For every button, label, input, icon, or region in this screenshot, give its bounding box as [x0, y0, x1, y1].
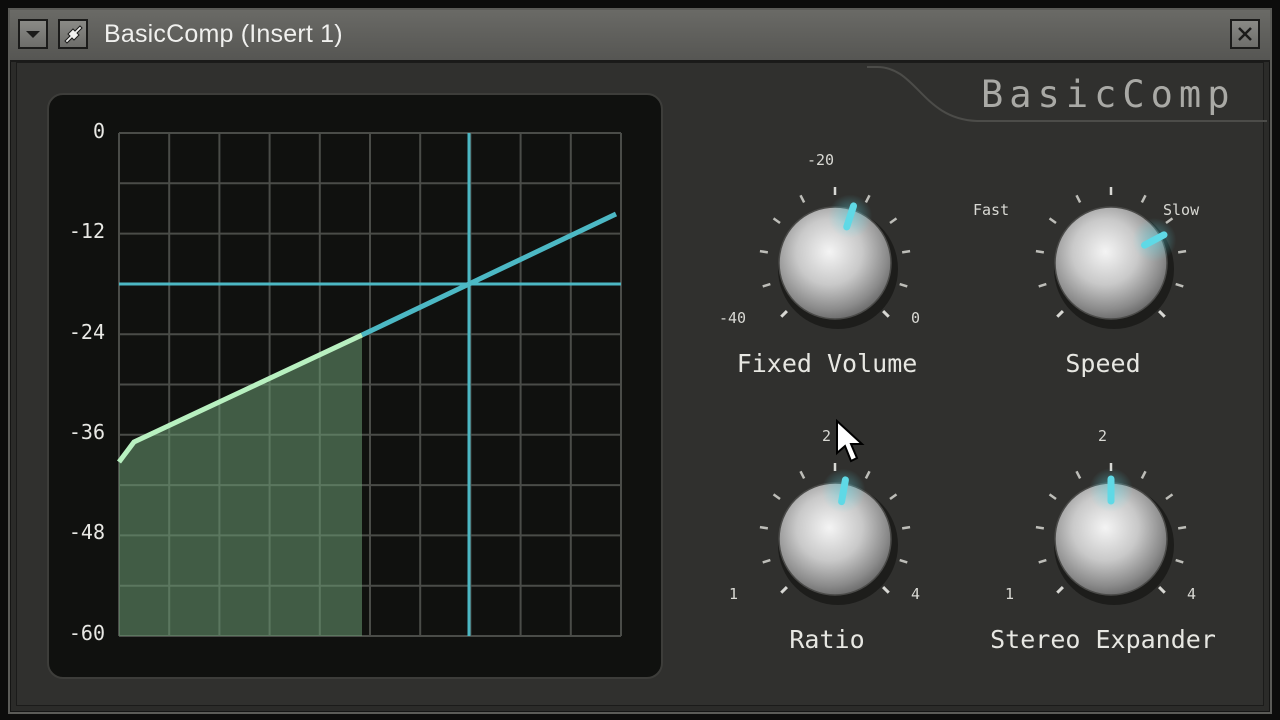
knob-max-label: 0	[911, 309, 921, 327]
ratio-label: Ratio	[789, 625, 865, 654]
knob-tick	[1158, 310, 1166, 318]
y-tick-label: -12	[68, 219, 105, 243]
knob-tick	[889, 493, 898, 501]
knob-top-label: 2	[1098, 427, 1108, 445]
knob-tick	[1048, 217, 1057, 225]
knob-tick	[1035, 249, 1045, 254]
knob-tick	[899, 558, 908, 564]
knob-tick	[1177, 249, 1187, 254]
knob-dial[interactable]	[697, 419, 937, 659]
knob-tick	[899, 282, 908, 288]
speed-knob[interactable]: Fast Slow	[973, 143, 1213, 383]
knob-tick	[1056, 310, 1064, 318]
knob-tick	[772, 493, 781, 501]
knob-max-label: Slow	[1163, 201, 1200, 219]
knob-tick	[882, 586, 890, 594]
fixed-volume-knob[interactable]: -20 -40 0	[697, 143, 937, 383]
knob-tick	[1140, 194, 1147, 203]
brand-logo: BasicComp	[981, 73, 1236, 116]
knob-tick	[1038, 558, 1047, 564]
knob-indicator	[838, 476, 849, 506]
knob-dial[interactable]	[973, 143, 1213, 383]
knob-tick	[762, 282, 771, 288]
knob-max-label: 4	[911, 585, 921, 603]
title-bar[interactable]: BasicComp (Insert 1)	[10, 10, 1270, 62]
knob-tick	[1177, 525, 1187, 530]
knob-top-label: 2	[822, 427, 832, 445]
knob-tick	[1175, 282, 1184, 288]
knob-tick	[1075, 470, 1082, 479]
stereo-expander-knob[interactable]: 2 1 4	[973, 419, 1213, 659]
knob-tick	[780, 310, 788, 318]
knob-tick	[772, 217, 781, 225]
mouse-cursor-icon	[836, 419, 865, 463]
knob-tick	[864, 194, 871, 203]
knob-tick	[1158, 586, 1166, 594]
knob-tick	[759, 525, 769, 530]
knob-max-label: 4	[1187, 585, 1197, 603]
knob-tick	[1165, 493, 1174, 501]
knob-tick	[780, 586, 788, 594]
knob-tick	[1175, 558, 1184, 564]
knob-tick	[889, 217, 898, 225]
fixed-volume-label: Fixed Volume	[736, 349, 918, 378]
graph-canvas	[117, 132, 622, 637]
knob-tick	[1038, 282, 1047, 288]
window-title: BasicComp (Insert 1)	[104, 20, 343, 48]
knob-tick	[799, 470, 806, 479]
y-tick-label: 0	[92, 119, 105, 143]
knob-tick	[864, 470, 871, 479]
knob-min-label: Fast	[973, 201, 1010, 219]
y-tick-label: -24	[68, 320, 105, 344]
y-tick-label: -36	[68, 420, 105, 444]
plugin-window: BasicComp (Insert 1) BasicComp 0 -12 -24…	[8, 8, 1272, 714]
knob-top-label: -20	[807, 151, 835, 169]
knob-min-label: 1	[729, 585, 739, 603]
ratio-knob[interactable]: 2 1 4	[697, 419, 937, 659]
plugin-icon[interactable]	[58, 19, 88, 49]
knob-tick	[799, 194, 806, 203]
knob-tick	[1035, 525, 1045, 530]
knob-min-label: -40	[719, 309, 747, 327]
dropdown-arrow-icon[interactable]	[18, 19, 48, 49]
y-tick-label: -60	[68, 621, 105, 645]
knob-tick	[762, 558, 771, 564]
knob-tick	[759, 249, 769, 254]
knob-tick	[1048, 493, 1057, 501]
knob-min-label: 1	[1005, 585, 1015, 603]
knob-tick	[882, 310, 890, 318]
transfer-curve-graph: 0 -12 -24 -36 -48 -60	[47, 93, 663, 679]
plugin-panel: BasicComp 0 -12 -24 -36 -48 -60 -20 -40 …	[16, 62, 1267, 706]
knob-tick	[1140, 470, 1147, 479]
knob-dial[interactable]	[973, 419, 1213, 659]
stereo-expander-label: Stereo Expander	[990, 625, 1216, 654]
knob-tick	[1075, 194, 1082, 203]
close-icon[interactable]	[1230, 19, 1260, 49]
transfer-curve	[360, 211, 618, 338]
knob-tick	[901, 525, 911, 530]
knob-tick	[1056, 586, 1064, 594]
y-tick-label: -48	[68, 520, 105, 544]
knob-tick	[901, 249, 911, 254]
speed-label: Speed	[1065, 349, 1141, 378]
knob-dial[interactable]	[697, 143, 937, 383]
gain-reduction-fill	[119, 335, 362, 636]
